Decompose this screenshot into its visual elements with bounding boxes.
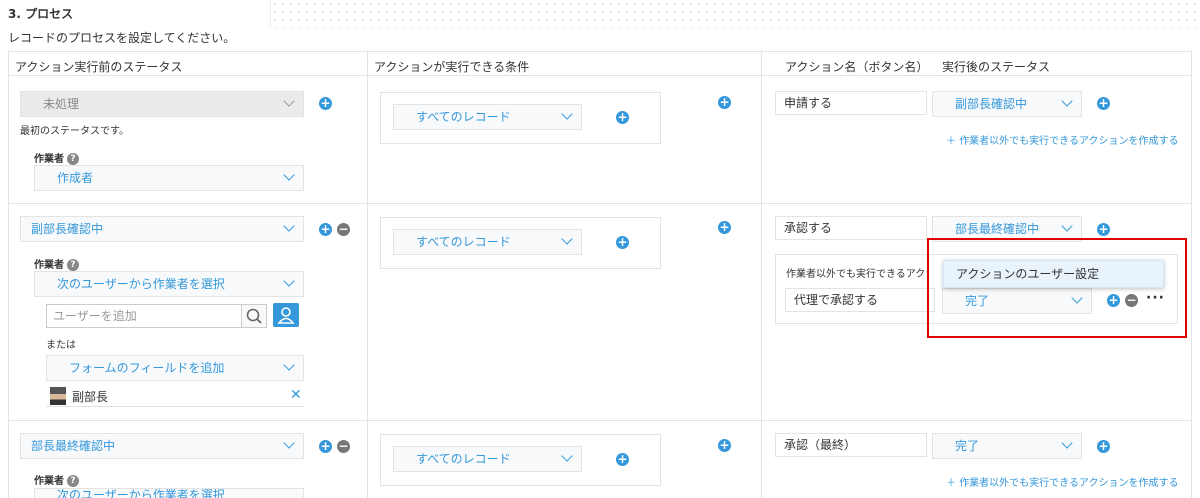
assignee-select[interactable]: 次のユーザーから作業者を選択 xyxy=(34,488,304,498)
help-icon[interactable]: ? xyxy=(67,475,79,487)
selected-user-row: 副部長 ✕ xyxy=(46,385,304,407)
add-status-icon[interactable]: + xyxy=(319,97,332,110)
add-status-icon[interactable]: + xyxy=(319,223,332,236)
chevron-down-icon xyxy=(1061,437,1073,449)
sub-action-name-input[interactable]: 代理で承認する xyxy=(785,288,935,312)
chevron-down-icon xyxy=(561,108,573,120)
chevron-down-icon xyxy=(561,450,573,462)
chevron-down-icon xyxy=(283,437,295,449)
add-condition-icon[interactable]: + xyxy=(616,236,629,249)
add-condition-icon[interactable]: + xyxy=(616,453,629,466)
add-next-status-icon[interactable]: + xyxy=(1097,440,1110,453)
header-divider xyxy=(8,75,1192,76)
section-title: 3. プロセス xyxy=(8,7,74,21)
add-condition-icon[interactable]: + xyxy=(616,111,629,124)
add-action-icon[interactable]: + xyxy=(718,439,731,452)
condition-select[interactable]: すべてのレコード xyxy=(393,446,582,472)
next-status-select[interactable]: 完了 xyxy=(932,433,1082,459)
condition-select[interactable]: すべてのレコード xyxy=(393,229,582,255)
header-action-name: アクション名（ボタン名） xyxy=(785,60,929,74)
user-search-input[interactable]: ユーザーを追加 xyxy=(46,304,242,328)
search-icon xyxy=(246,308,262,324)
column-divider xyxy=(367,51,368,498)
assignee-label: 作業者? xyxy=(34,256,79,271)
add-next-status-icon[interactable]: + xyxy=(1097,97,1110,110)
status-select[interactable]: 部長最終確認中 xyxy=(20,433,304,459)
chevron-down-icon xyxy=(1061,95,1073,107)
header-condition: アクションが実行できる条件 xyxy=(374,60,530,74)
add-next-status-icon[interactable]: + xyxy=(1097,223,1110,236)
remove-user-icon[interactable]: ✕ xyxy=(290,387,302,403)
chevron-down-icon xyxy=(283,220,295,232)
user-icon xyxy=(277,307,295,324)
assignee-select[interactable]: 次のユーザーから作業者を選択 xyxy=(34,271,304,297)
or-label: または xyxy=(46,340,76,351)
header-status-before: アクション実行前のステータス xyxy=(15,60,183,74)
remove-status-icon[interactable]: − xyxy=(337,223,350,236)
add-status-icon[interactable]: + xyxy=(319,440,332,453)
header-status-after: 実行後のステータス xyxy=(942,60,1051,74)
selected-user-name: 副部長 xyxy=(72,390,109,404)
help-icon[interactable]: ? xyxy=(67,259,79,271)
action-name-input[interactable]: 承認（最終） xyxy=(775,433,927,457)
status-select: 未処理 xyxy=(20,91,304,117)
add-action-icon[interactable]: + xyxy=(718,221,731,234)
row-divider xyxy=(8,420,1192,421)
add-non-assignee-action-link[interactable]: ＋ 作業者以外でも実行できるアクションを作成する xyxy=(946,132,1179,147)
chevron-down-icon xyxy=(283,275,295,287)
section-subtitle: レコードのプロセスを設定してください。 xyxy=(8,31,236,45)
condition-select[interactable]: すべてのレコード xyxy=(393,104,582,130)
chevron-down-icon xyxy=(561,233,573,245)
chevron-down-icon xyxy=(283,359,295,371)
chevron-down-icon xyxy=(283,95,295,107)
search-button[interactable] xyxy=(241,304,267,328)
highlight-frame xyxy=(927,238,1187,338)
assignee-select[interactable]: 作成者 xyxy=(34,165,304,191)
field-select[interactable]: フォームのフィールドを追加 xyxy=(46,355,304,381)
add-action-icon[interactable]: + xyxy=(718,96,731,109)
non-assignee-action-label: 作業者以外でも実行できるアクション xyxy=(786,269,928,280)
remove-status-icon[interactable]: − xyxy=(337,440,350,453)
row-divider xyxy=(8,203,1192,204)
add-non-assignee-action-link[interactable]: ＋ 作業者以外でも実行できるアクションを作成する xyxy=(946,474,1179,489)
dotted-background xyxy=(270,0,1200,28)
action-name-input[interactable]: 承認する xyxy=(775,216,927,240)
status-note: 最初のステータスです。 xyxy=(20,126,129,137)
column-divider xyxy=(761,51,762,498)
next-status-select[interactable]: 副部長確認中 xyxy=(932,91,1082,117)
assignee-label: 作業者? xyxy=(34,472,79,487)
chevron-down-icon xyxy=(283,169,295,181)
user-select-button[interactable] xyxy=(273,303,299,327)
action-name-input[interactable]: 申請する xyxy=(775,91,927,115)
status-select[interactable]: 副部長確認中 xyxy=(20,216,304,242)
assignee-label: 作業者? xyxy=(34,150,79,165)
chevron-down-icon xyxy=(1061,220,1073,232)
avatar xyxy=(50,387,66,405)
help-icon[interactable]: ? xyxy=(67,153,79,165)
